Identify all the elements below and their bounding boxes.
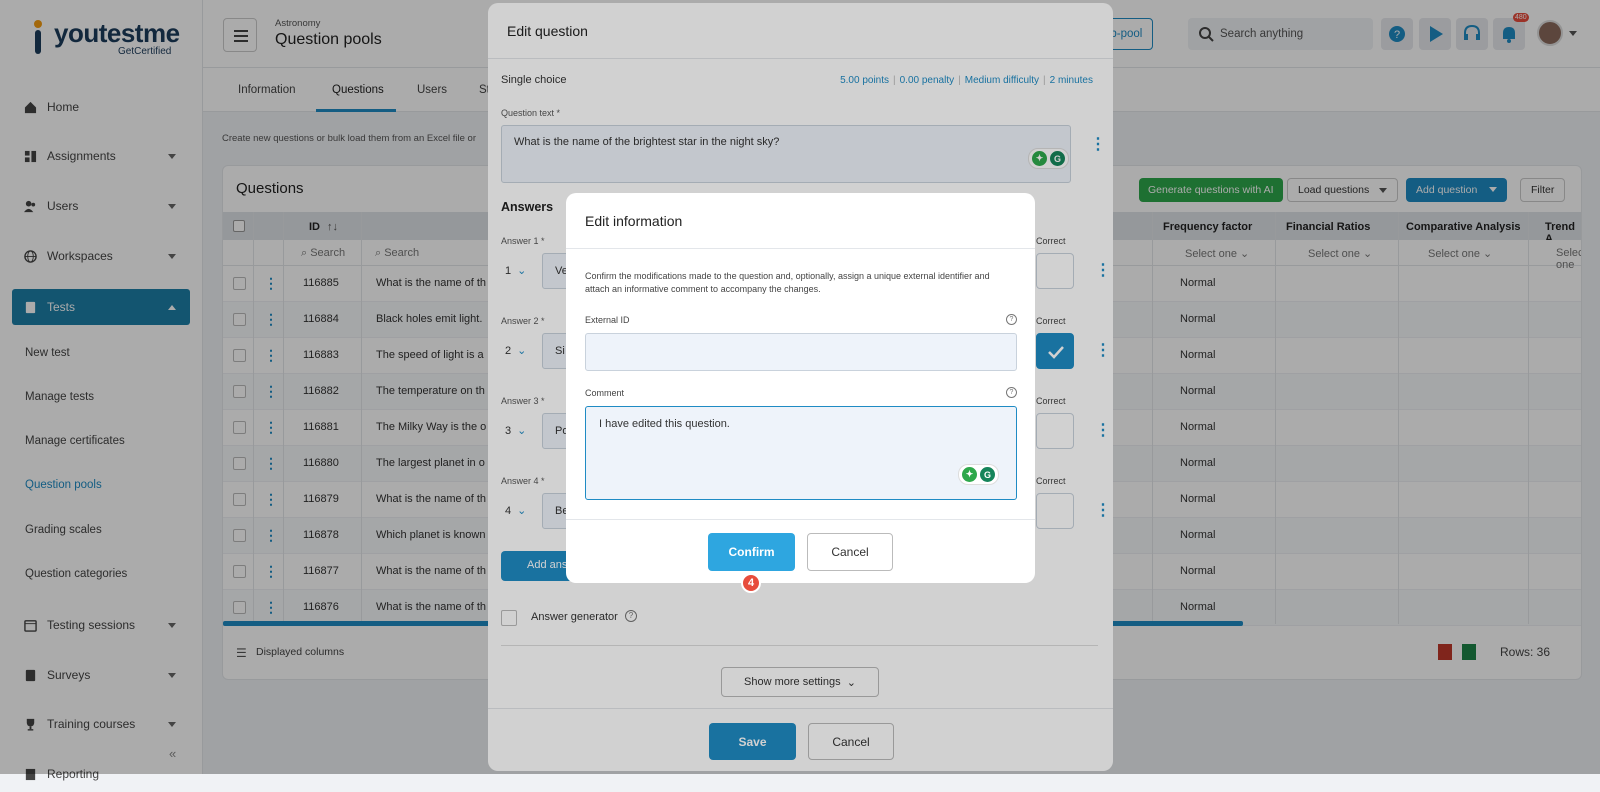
- assistant-icons: ✦ G: [958, 464, 999, 485]
- modal-title: Edit information: [585, 213, 683, 229]
- bulb-icon[interactable]: ✦: [962, 467, 977, 482]
- divider: [566, 519, 1035, 520]
- confirm-button[interactable]: Confirm: [708, 533, 795, 571]
- external-id-label: External ID: [585, 315, 630, 325]
- edit-information-modal: Edit information Confirm the modificatio…: [566, 193, 1035, 593]
- comment-label: Comment: [585, 388, 625, 398]
- step-badge: 4: [741, 573, 761, 593]
- help-icon[interactable]: ?: [1006, 314, 1017, 325]
- help-icon[interactable]: ?: [1006, 387, 1017, 398]
- divider: [566, 248, 1035, 249]
- external-id-field[interactable]: [585, 333, 1017, 371]
- modal-description: Confirm the modifications made to the qu…: [585, 271, 990, 294]
- comment-value: I have edited this question.: [599, 418, 730, 430]
- grammarly-icon[interactable]: G: [980, 467, 995, 482]
- comment-field[interactable]: I have edited this question. ✦ G: [585, 406, 1017, 500]
- cancel-button[interactable]: Cancel: [807, 533, 893, 571]
